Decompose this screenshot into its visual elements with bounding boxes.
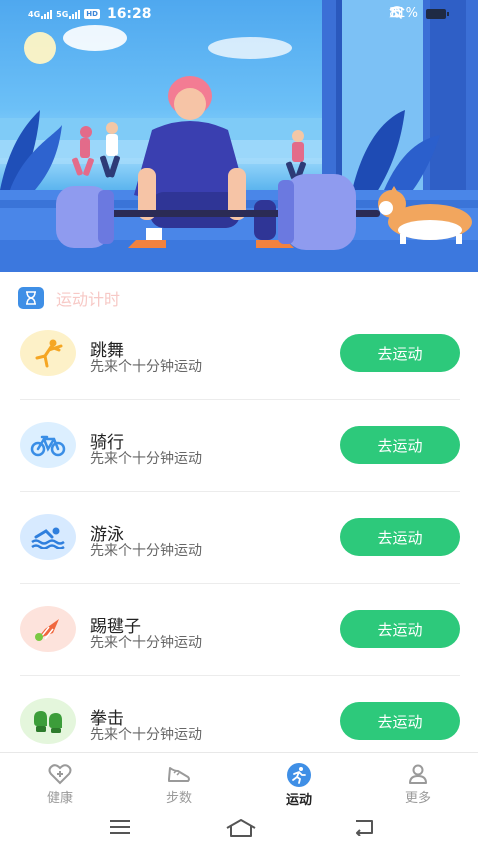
cellular-signal-1: 4G <box>28 9 53 19</box>
activity-desc: 先来个十分钟运动 <box>90 727 202 743</box>
heart-plus-icon <box>48 764 72 785</box>
go-exercise-button-swimming[interactable]: 去运动 <box>340 518 460 556</box>
menu-icon[interactable] <box>108 818 132 836</box>
bicycle-icon <box>20 422 76 468</box>
list-item: 游泳 先来个十分钟运动 去运动 <box>0 492 478 584</box>
swim-icon <box>20 514 76 560</box>
hd-badge: HD <box>84 9 100 19</box>
tab-label: 更多 <box>404 791 431 806</box>
bottom-tab-bar: 健康 步数 运动 更多 <box>0 752 478 808</box>
section-title: 运动计时 <box>56 290 121 309</box>
runner-icon <box>287 763 311 787</box>
cellular-signal-2: 5G <box>56 9 81 19</box>
system-navigation-bar <box>0 808 478 850</box>
tab-label: 运动 <box>285 793 312 808</box>
list-item: 踢毽子 先来个十分钟运动 去运动 <box>0 584 478 676</box>
shoe-icon <box>168 767 190 782</box>
go-exercise-button-shuttlecock[interactable]: 去运动 <box>340 610 460 648</box>
hero-illustration <box>0 0 478 272</box>
go-exercise-button-cycling[interactable]: 去运动 <box>340 426 460 464</box>
status-time: 16:28 <box>106 6 152 22</box>
go-exercise-button-dance[interactable]: 去运动 <box>340 334 460 372</box>
wifi-icon <box>389 6 405 18</box>
tab-steps[interactable]: 步数 <box>139 763 219 806</box>
tab-label: 步数 <box>165 791 192 806</box>
status-bar: 4G 5G HD 16:28 81% <box>0 0 478 30</box>
shuttlecock-icon <box>20 606 76 652</box>
tab-label: 健康 <box>46 791 73 806</box>
list-item: 骑行 先来个十分钟运动 去运动 <box>0 400 478 492</box>
back-icon[interactable] <box>352 818 376 836</box>
list-item: 跳舞 先来个十分钟运动 去运动 <box>0 308 478 400</box>
home-icon[interactable] <box>225 818 257 838</box>
hourglass-icon <box>18 287 44 309</box>
tab-health[interactable]: 健康 <box>20 763 100 806</box>
activity-desc: 先来个十分钟运动 <box>90 359 202 375</box>
hero-banner: 4G 5G HD 16:28 81% <box>0 0 478 272</box>
section-header: 运动计时 <box>18 286 120 310</box>
boxing-glove-icon <box>20 698 76 744</box>
activity-desc: 先来个十分钟运动 <box>90 451 202 467</box>
battery-icon <box>426 8 449 19</box>
activity-desc: 先来个十分钟运动 <box>90 543 202 559</box>
go-exercise-button-boxing[interactable]: 去运动 <box>340 702 460 740</box>
tab-exercise[interactable]: 运动 <box>259 763 339 808</box>
tab-more[interactable]: 更多 <box>378 763 458 806</box>
person-icon <box>409 764 427 784</box>
activity-desc: 先来个十分钟运动 <box>90 635 202 651</box>
dance-icon <box>20 330 76 376</box>
